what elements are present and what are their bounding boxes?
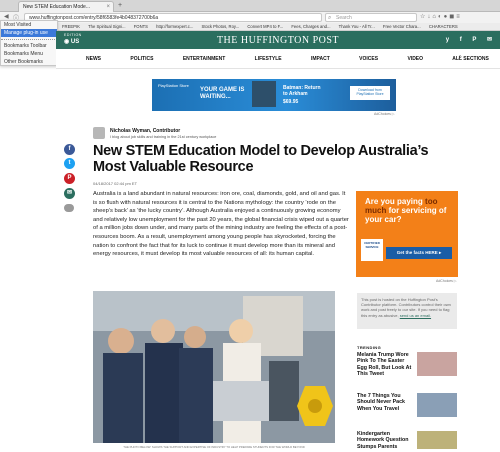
author-description: I blog about job skills and training in … (110, 135, 217, 139)
tab-bar: New STEM Education Mode... × + (0, 0, 500, 12)
back-icon[interactable]: ◀ (4, 13, 9, 20)
banner-ad[interactable]: PlayStation Store YOUR GAME IS WAITING..… (152, 79, 396, 111)
email-share-button[interactable]: ✉ (64, 188, 75, 199)
site-logo[interactable]: THE HUFFINGTON POST (56, 35, 500, 46)
trending-title[interactable]: Melania Trump Wore Pink To The Easter Eg… (357, 352, 413, 378)
bookmark-item[interactable]: Fees, Charges and... (291, 23, 330, 30)
article-body: Australia is a land abundant in natural … (93, 191, 349, 258)
comments-button[interactable] (64, 204, 74, 212)
bookmark-item[interactable]: Free Vector Chara... (383, 23, 421, 30)
search-icon: ⌕ (328, 15, 332, 21)
side-ad-text: Are you paying too much for servicing of… (365, 197, 447, 224)
bookmark-menu-item[interactable]: Other Bookmarks (1, 58, 57, 66)
banner-game-image (252, 81, 276, 107)
banner-game-title: Batman: Return to Arkham (283, 85, 321, 97)
bookmark-item[interactable]: FONTS (134, 23, 148, 30)
nav-lifestyle[interactable]: LIFESTYLE (255, 56, 282, 62)
adchoices-link[interactable]: AdChoices ▷ (436, 279, 457, 283)
trending-title[interactable]: Kindergarten Homework Question Stumps Pa… (357, 431, 413, 450)
bookmarks-menu: Most Visited Manage plug-in use Bookmark… (0, 20, 58, 66)
adchoices-link[interactable]: AdChoices ▷ (374, 112, 395, 116)
address-bar[interactable]: www.huffingtonpost.com/entry/58f6583fe4b… (24, 13, 322, 22)
facebook-share-button[interactable]: f (64, 144, 75, 155)
bookmark-item[interactable]: Stock Photos, Roy... (202, 23, 240, 30)
contributor-notice: This post is hosted on the Huffington Po… (357, 293, 457, 329)
close-icon[interactable]: × (106, 2, 110, 12)
email-icon[interactable]: ✉ (487, 37, 492, 43)
pinterest-icon[interactable]: P (472, 37, 476, 43)
tab-title: New STEM Education Mode... (23, 4, 90, 10)
banner-price: $69.95 (283, 99, 299, 105)
bookmark-item[interactable]: http://formexpert.c... (156, 23, 193, 30)
article-headline: New STEM Education Model to Develop Aust… (93, 143, 429, 175)
side-ad[interactable]: Are you paying too much for servicing of… (356, 191, 458, 277)
social-links: y f P ✉ (437, 36, 492, 43)
article-date: 04/18/2017 02:44 pm ET (93, 181, 138, 186)
url-row: ◀ ⓘ www.huffingtonpost.com/entry/58f6583… (0, 12, 500, 23)
site-header: EDITION ◉ US THE HUFFINGTON POST y f P ✉ (56, 31, 500, 49)
bookmark-menu-item[interactable]: Bookmarks Toolbar (1, 39, 57, 50)
browser-tab[interactable]: New STEM Education Mode... × (18, 1, 114, 12)
bookmark-item[interactable]: Thank You - All Tr... (339, 23, 375, 30)
article-photo (93, 291, 335, 443)
certified-logo: CERTIFIED SERVICE (361, 239, 383, 261)
bookmark-menu-item-selected[interactable]: Manage plug-in use (1, 29, 57, 37)
bookmark-item[interactable]: FREEPIK (62, 23, 80, 30)
author-name[interactable]: Nicholas Wyman, Contributor (110, 128, 180, 134)
download-button[interactable]: Download from PlayStation Store (350, 86, 390, 100)
section-nav: NEWS POLITICS ENTERTAINMENT LIFESTYLE IM… (56, 49, 500, 69)
bookmark-item[interactable]: Convert MP4 to F... (247, 23, 283, 30)
bookmarks-toolbar: FREEPIK The Spiritual Signi... FONTS htt… (0, 23, 500, 31)
menu-icon[interactable]: ≡ (456, 14, 462, 20)
trending-thumbnail[interactable] (417, 352, 457, 376)
twitter-icon[interactable]: y (446, 37, 449, 43)
nav-politics[interactable]: POLITICS (130, 56, 153, 62)
trending-thumbnail[interactable] (417, 431, 457, 449)
facebook-icon[interactable]: f (460, 37, 462, 43)
toolbar-icons[interactable]: ☆↓⌂◐●◼≡ (420, 13, 462, 20)
avatar[interactable] (93, 127, 105, 139)
photo-caption: THE PHOTO BELOW: SHOWS THE SUPPORT AND E… (123, 445, 305, 449)
banner-title: YOUR GAME IS WAITING... (200, 87, 245, 100)
pinterest-share-button[interactable]: P (64, 173, 75, 184)
bookmark-item[interactable]: The Spiritual Signi... (88, 23, 125, 30)
nav-news[interactable]: NEWS (86, 56, 101, 62)
nav-voices[interactable]: VOICES (359, 56, 378, 62)
classroom-photo (93, 291, 335, 443)
trending-label: TRENDING (357, 345, 382, 350)
new-tab-icon[interactable]: + (118, 2, 122, 9)
twitter-share-button[interactable]: t (64, 158, 75, 169)
bookmark-item[interactable]: CHARACTERS (429, 23, 458, 30)
get-facts-button[interactable]: Get the facts HERE ▸ (386, 247, 452, 259)
search-input[interactable]: ⌕ Search (325, 13, 417, 22)
nav-entertainment[interactable]: ENTERTAINMENT (183, 56, 225, 62)
search-icon[interactable]: ⌕ (458, 54, 462, 62)
email-link[interactable]: send us an email. (400, 313, 431, 318)
nav-video[interactable]: VIDEO (407, 56, 423, 62)
bookmark-item[interactable]: Most Visited (1, 21, 57, 29)
playstation-logo: PlayStation Store (158, 83, 189, 88)
bookmark-menu-item[interactable]: Bookmarks Menu (1, 50, 57, 58)
trending-title[interactable]: The 7 Things You Should Never Pack When … (357, 393, 413, 412)
search-placeholder: Search (336, 15, 352, 21)
trending-thumbnail[interactable] (417, 393, 457, 417)
nav-impact[interactable]: IMPACT (311, 56, 330, 62)
